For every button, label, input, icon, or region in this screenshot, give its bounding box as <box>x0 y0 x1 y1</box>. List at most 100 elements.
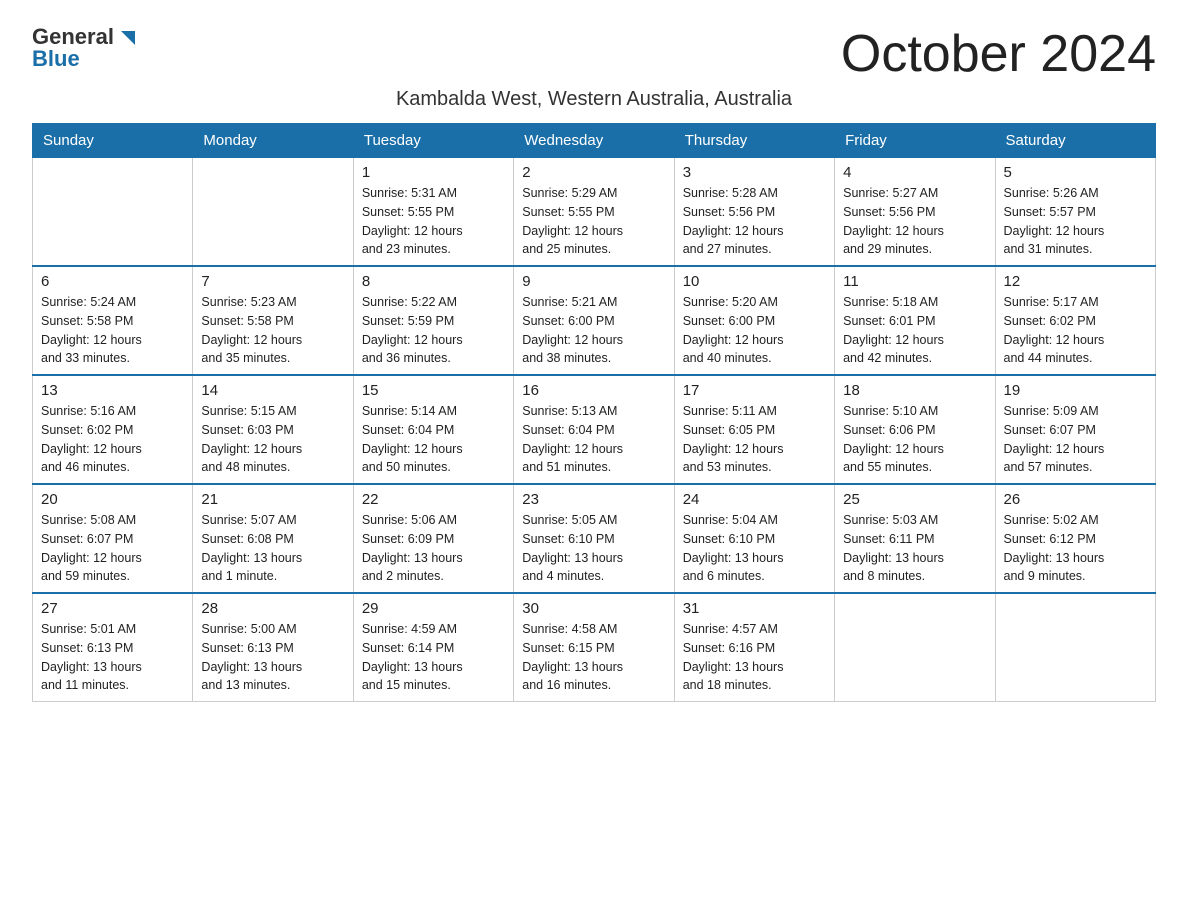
calendar-cell: 15 Sunrise: 5:14 AM Sunset: 6:04 PM Dayli… <box>353 375 513 484</box>
day-detail: Sunrise: 5:24 AM Sunset: 5:58 PM Dayligh… <box>41 293 184 368</box>
calendar-week-row: 6 Sunrise: 5:24 AM Sunset: 5:58 PM Daylig… <box>33 266 1156 375</box>
calendar-week-row: 13 Sunrise: 5:16 AM Sunset: 6:02 PM Dayli… <box>33 375 1156 484</box>
calendar-cell: 27 Sunrise: 5:01 AM Sunset: 6:13 PM Dayli… <box>33 593 193 702</box>
calendar-table: SundayMondayTuesdayWednesdayThursdayFrid… <box>32 123 1156 702</box>
day-detail: Sunrise: 5:21 AM Sunset: 6:00 PM Dayligh… <box>522 293 665 368</box>
calendar-day-header: Sunday <box>33 124 193 158</box>
subtitle: Kambalda West, Western Australia, Austra… <box>32 88 1156 111</box>
calendar-cell: 18Sunrise: 5:10 AM Sunset: 6:06 PM Dayli… <box>835 375 995 484</box>
page-title: October 2024 <box>841 24 1156 84</box>
calendar-cell: 23 Sunrise: 5:05 AM Sunset: 6:10 PM Dayli… <box>514 484 674 593</box>
day-detail: Sunrise: 5:09 AM Sunset: 6:07 PM Dayligh… <box>1004 402 1147 477</box>
calendar-week-row: 27 Sunrise: 5:01 AM Sunset: 6:13 PM Dayli… <box>33 593 1156 702</box>
calendar-cell: 28Sunrise: 5:00 AM Sunset: 6:13 PM Dayli… <box>193 593 353 702</box>
day-detail: Sunrise: 5:07 AM Sunset: 6:08 PM Dayligh… <box>201 511 344 586</box>
day-number: 27 <box>41 600 184 617</box>
day-number: 4 <box>843 164 986 181</box>
day-detail: Sunrise: 5:26 AM Sunset: 5:57 PM Dayligh… <box>1004 184 1147 259</box>
day-number: 7 <box>201 273 344 290</box>
day-number: 18 <box>843 382 986 399</box>
day-detail: Sunrise: 5:05 AM Sunset: 6:10 PM Dayligh… <box>522 511 665 586</box>
calendar-cell <box>33 158 193 267</box>
calendar-cell: 14Sunrise: 5:15 AM Sunset: 6:03 PM Dayli… <box>193 375 353 484</box>
calendar-cell: 2Sunrise: 5:29 AM Sunset: 5:55 PM Daylig… <box>514 158 674 267</box>
calendar-cell: 5Sunrise: 5:26 AM Sunset: 5:57 PM Daylig… <box>995 158 1155 267</box>
day-detail: Sunrise: 5:00 AM Sunset: 6:13 PM Dayligh… <box>201 620 344 695</box>
day-detail: Sunrise: 5:14 AM Sunset: 6:04 PM Dayligh… <box>362 402 505 477</box>
calendar-cell: 24Sunrise: 5:04 AM Sunset: 6:10 PM Dayli… <box>674 484 834 593</box>
day-number: 9 <box>522 273 665 290</box>
day-detail: Sunrise: 4:59 AM Sunset: 6:14 PM Dayligh… <box>362 620 505 695</box>
calendar-week-row: 1Sunrise: 5:31 AM Sunset: 5:55 PM Daylig… <box>33 158 1156 267</box>
day-number: 20 <box>41 491 184 508</box>
calendar-cell: 13 Sunrise: 5:16 AM Sunset: 6:02 PM Dayli… <box>33 375 193 484</box>
calendar-cell: 6 Sunrise: 5:24 AM Sunset: 5:58 PM Daylig… <box>33 266 193 375</box>
calendar-header-row: SundayMondayTuesdayWednesdayThursdayFrid… <box>33 124 1156 158</box>
calendar-cell: 11 Sunrise: 5:18 AM Sunset: 6:01 PM Dayli… <box>835 266 995 375</box>
logo-inner: General Blue <box>32 24 139 72</box>
calendar-cell <box>193 158 353 267</box>
day-detail: Sunrise: 5:18 AM Sunset: 6:01 PM Dayligh… <box>843 293 986 368</box>
calendar-day-header: Monday <box>193 124 353 158</box>
day-number: 3 <box>683 164 826 181</box>
calendar-cell: 3 Sunrise: 5:28 AM Sunset: 5:56 PM Daylig… <box>674 158 834 267</box>
calendar-cell: 25 Sunrise: 5:03 AM Sunset: 6:11 PM Dayli… <box>835 484 995 593</box>
calendar-cell <box>995 593 1155 702</box>
day-number: 12 <box>1004 273 1147 290</box>
calendar-cell <box>835 593 995 702</box>
logo: General Blue <box>32 24 139 72</box>
day-number: 23 <box>522 491 665 508</box>
title-block: October 2024 <box>841 24 1156 84</box>
day-detail: Sunrise: 5:23 AM Sunset: 5:58 PM Dayligh… <box>201 293 344 368</box>
day-number: 29 <box>362 600 505 617</box>
day-number: 17 <box>683 382 826 399</box>
day-detail: Sunrise: 4:58 AM Sunset: 6:15 PM Dayligh… <box>522 620 665 695</box>
day-detail: Sunrise: 5:15 AM Sunset: 6:03 PM Dayligh… <box>201 402 344 477</box>
calendar-cell: 30 Sunrise: 4:58 AM Sunset: 6:15 PM Dayli… <box>514 593 674 702</box>
calendar-cell: 19 Sunrise: 5:09 AM Sunset: 6:07 PM Dayli… <box>995 375 1155 484</box>
calendar-cell: 26 Sunrise: 5:02 AM Sunset: 6:12 PM Dayli… <box>995 484 1155 593</box>
day-detail: Sunrise: 5:22 AM Sunset: 5:59 PM Dayligh… <box>362 293 505 368</box>
day-detail: Sunrise: 5:01 AM Sunset: 6:13 PM Dayligh… <box>41 620 184 695</box>
calendar-cell: 9 Sunrise: 5:21 AM Sunset: 6:00 PM Daylig… <box>514 266 674 375</box>
calendar-cell: 10 Sunrise: 5:20 AM Sunset: 6:00 PM Dayli… <box>674 266 834 375</box>
day-detail: Sunrise: 5:20 AM Sunset: 6:00 PM Dayligh… <box>683 293 826 368</box>
day-detail: Sunrise: 5:28 AM Sunset: 5:56 PM Dayligh… <box>683 184 826 259</box>
day-number: 8 <box>362 273 505 290</box>
calendar-cell: 1Sunrise: 5:31 AM Sunset: 5:55 PM Daylig… <box>353 158 513 267</box>
logo-triangle-icon <box>117 27 139 49</box>
day-detail: Sunrise: 5:16 AM Sunset: 6:02 PM Dayligh… <box>41 402 184 477</box>
day-detail: Sunrise: 5:02 AM Sunset: 6:12 PM Dayligh… <box>1004 511 1147 586</box>
page-header: General Blue October 2024 <box>32 24 1156 84</box>
day-detail: Sunrise: 5:03 AM Sunset: 6:11 PM Dayligh… <box>843 511 986 586</box>
calendar-cell: 20Sunrise: 5:08 AM Sunset: 6:07 PM Dayli… <box>33 484 193 593</box>
day-number: 6 <box>41 273 184 290</box>
calendar-cell: 8 Sunrise: 5:22 AM Sunset: 5:59 PM Daylig… <box>353 266 513 375</box>
day-number: 30 <box>522 600 665 617</box>
day-detail: Sunrise: 5:13 AM Sunset: 6:04 PM Dayligh… <box>522 402 665 477</box>
calendar-cell: 31 Sunrise: 4:57 AM Sunset: 6:16 PM Dayli… <box>674 593 834 702</box>
day-number: 25 <box>843 491 986 508</box>
calendar-day-header: Saturday <box>995 124 1155 158</box>
day-number: 31 <box>683 600 826 617</box>
day-detail: Sunrise: 5:06 AM Sunset: 6:09 PM Dayligh… <box>362 511 505 586</box>
day-number: 15 <box>362 382 505 399</box>
calendar-cell: 12Sunrise: 5:17 AM Sunset: 6:02 PM Dayli… <box>995 266 1155 375</box>
logo-blue: Blue <box>32 46 80 72</box>
calendar-cell: 16Sunrise: 5:13 AM Sunset: 6:04 PM Dayli… <box>514 375 674 484</box>
day-number: 26 <box>1004 491 1147 508</box>
calendar-cell: 4 Sunrise: 5:27 AM Sunset: 5:56 PM Daylig… <box>835 158 995 267</box>
day-number: 19 <box>1004 382 1147 399</box>
day-detail: Sunrise: 4:57 AM Sunset: 6:16 PM Dayligh… <box>683 620 826 695</box>
calendar-cell: 17Sunrise: 5:11 AM Sunset: 6:05 PM Dayli… <box>674 375 834 484</box>
day-detail: Sunrise: 5:31 AM Sunset: 5:55 PM Dayligh… <box>362 184 505 259</box>
day-number: 21 <box>201 491 344 508</box>
calendar-week-row: 20Sunrise: 5:08 AM Sunset: 6:07 PM Dayli… <box>33 484 1156 593</box>
day-number: 13 <box>41 382 184 399</box>
day-number: 10 <box>683 273 826 290</box>
day-detail: Sunrise: 5:27 AM Sunset: 5:56 PM Dayligh… <box>843 184 986 259</box>
calendar-day-header: Thursday <box>674 124 834 158</box>
day-number: 11 <box>843 273 986 290</box>
day-number: 24 <box>683 491 826 508</box>
calendar-cell: 29 Sunrise: 4:59 AM Sunset: 6:14 PM Dayli… <box>353 593 513 702</box>
